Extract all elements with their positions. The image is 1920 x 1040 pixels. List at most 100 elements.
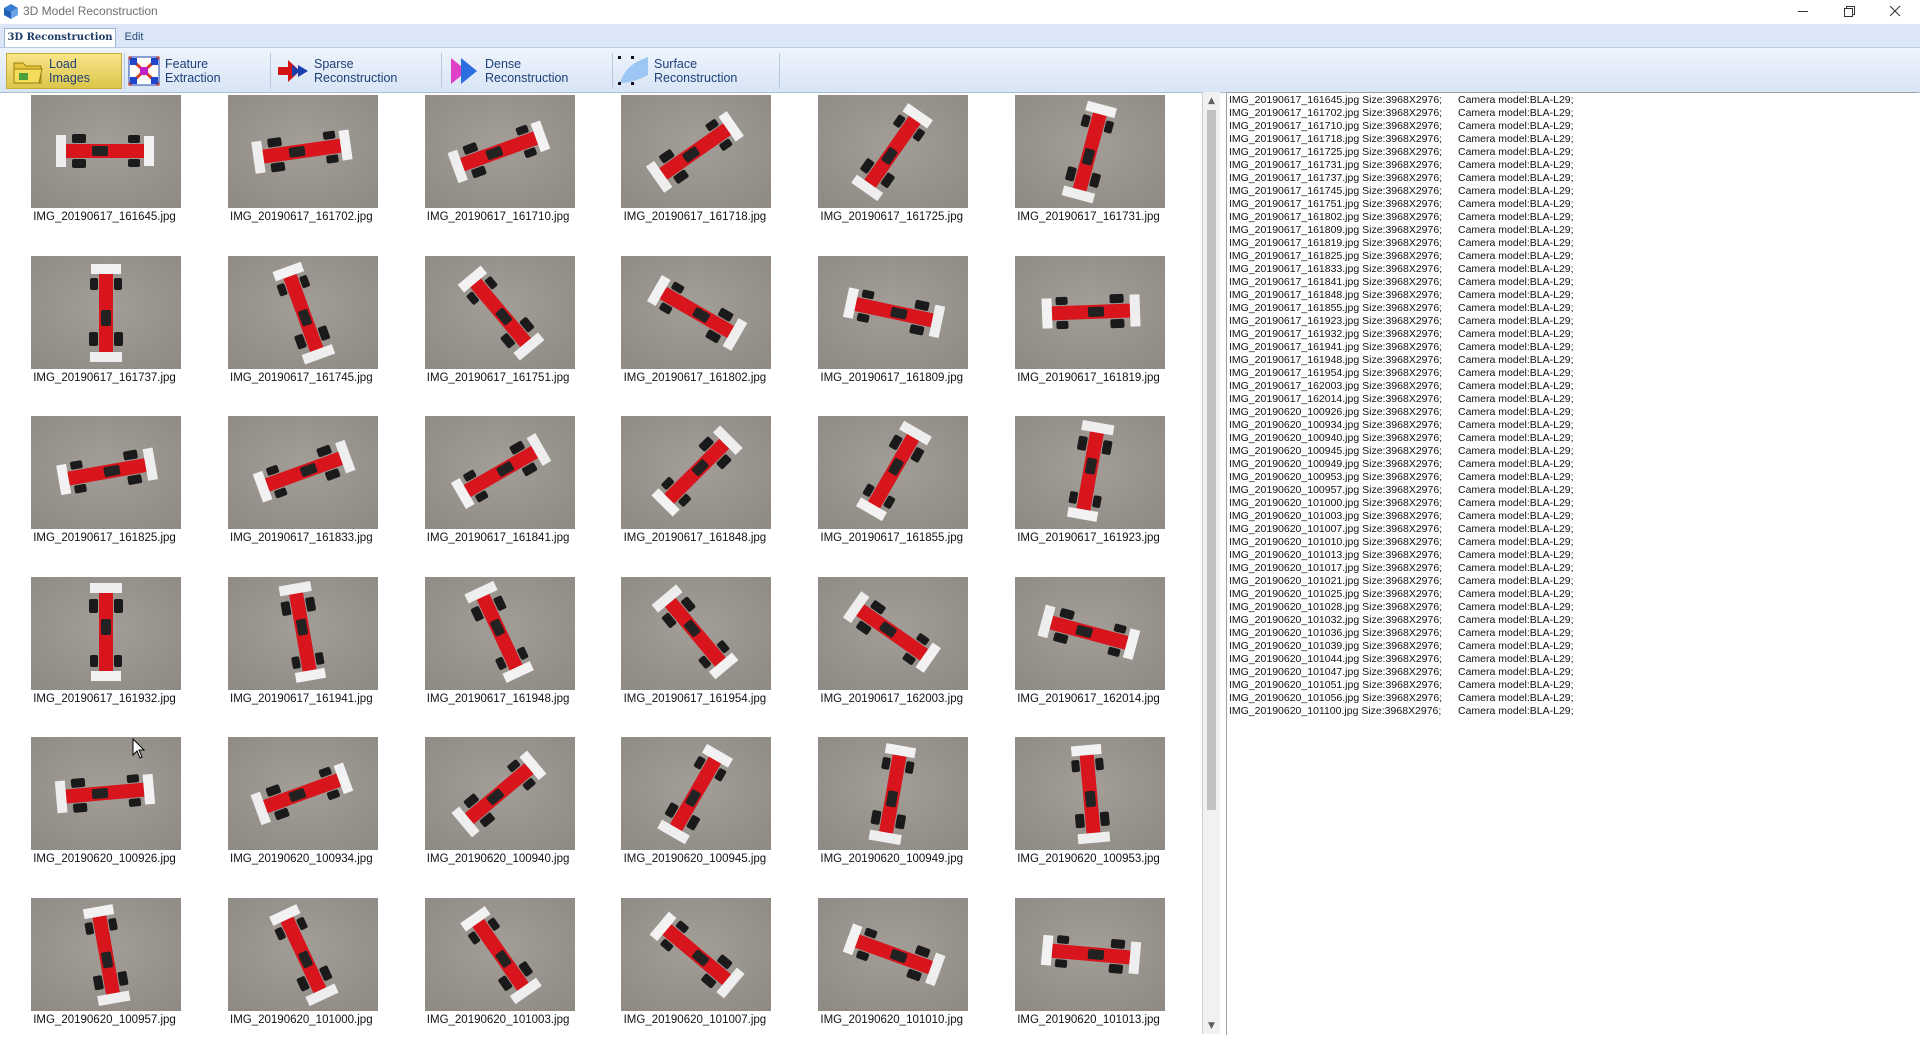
image-thumbnail[interactable]: IMG_20190617_161833.jpg xyxy=(205,413,398,563)
log-line: IMG_20190620_101025.jpg Size:3968X2976; C… xyxy=(1229,588,1574,601)
log-camera-model: Camera model:BLA-L29; xyxy=(1458,432,1574,444)
log-camera-model: Camera model:BLA-L29; xyxy=(1458,250,1574,262)
image-thumbnail[interactable]: IMG_20190620_101000.jpg xyxy=(205,895,398,1035)
car-photo xyxy=(818,255,969,369)
image-thumbnail[interactable]: IMG_20190617_161954.jpg xyxy=(598,574,791,724)
log-line: IMG_20190617_161718.jpg Size:3968X2976; C… xyxy=(1229,133,1574,146)
log-file-size: IMG_20190620_101003.jpg Size:3968X2976; xyxy=(1229,510,1443,522)
image-thumbnail[interactable]: IMG_20190620_100940.jpg xyxy=(402,734,595,884)
log-camera-model: Camera model:BLA-L29; xyxy=(1458,107,1574,119)
restore-button[interactable] xyxy=(1826,0,1872,22)
log-line: IMG_20190617_161809.jpg Size:3968X2976; C… xyxy=(1229,224,1574,237)
dense-reconstruction-button[interactable]: Dense Reconstruction xyxy=(447,53,607,89)
log-file-size: IMG_20190620_101051.jpg Size:3968X2976; xyxy=(1229,679,1443,691)
log-line: IMG_20190620_100926.jpg Size:3968X2976; C… xyxy=(1229,406,1574,419)
image-thumbnail[interactable]: IMG_20190620_101003.jpg xyxy=(402,895,595,1035)
log-file-size: IMG_20190617_161731.jpg Size:3968X2976; xyxy=(1229,159,1443,171)
toolbar-separator xyxy=(779,53,780,89)
image-thumbnail[interactable]: IMG_20190620_100926.jpg xyxy=(8,734,201,884)
image-thumbnail[interactable]: IMG_20190617_161819.jpg xyxy=(992,253,1185,403)
image-thumbnail[interactable]: IMG_20190620_101007.jpg xyxy=(598,895,791,1035)
image-thumbnail[interactable]: IMG_20190617_161855.jpg xyxy=(795,413,988,563)
log-line: IMG_20190617_162014.jpg Size:3968X2976; C… xyxy=(1229,393,1574,406)
log-camera-model: Camera model:BLA-L29; xyxy=(1458,263,1574,275)
image-thumbnail[interactable]: IMG_20190617_161941.jpg xyxy=(205,574,398,724)
log-line: IMG_20190620_101028.jpg Size:3968X2976; C… xyxy=(1229,601,1574,614)
close-button[interactable] xyxy=(1872,0,1918,22)
log-camera-model: Camera model:BLA-L29; xyxy=(1458,328,1574,340)
image-thumbnail[interactable]: IMG_20190617_161841.jpg xyxy=(402,413,595,563)
image-thumbnail[interactable]: IMG_20190617_161809.jpg xyxy=(795,253,988,403)
image-thumbnail[interactable]: IMG_20190620_101013.jpg xyxy=(992,895,1185,1035)
image-thumbnail[interactable]: IMG_20190617_162003.jpg xyxy=(795,574,988,724)
scrollbar-thumb[interactable] xyxy=(1207,110,1216,810)
car-photo xyxy=(818,95,969,208)
tab-edit[interactable]: Edit xyxy=(119,28,149,47)
log-line: IMG_20190617_161702.jpg Size:3968X2976; C… xyxy=(1229,107,1574,120)
scroll-up-arrow-icon[interactable]: ▲ xyxy=(1203,92,1220,109)
minimize-button[interactable] xyxy=(1780,0,1826,22)
image-thumbnail[interactable]: IMG_20190617_161731.jpg xyxy=(992,92,1185,242)
image-thumbnail[interactable]: IMG_20190617_161825.jpg xyxy=(8,413,201,563)
feature-extraction-button[interactable]: Feature Extraction xyxy=(127,53,267,89)
gallery-scrollbar[interactable]: ▲ ▼ xyxy=(1203,92,1220,1034)
image-thumbnail[interactable]: IMG_20190617_161737.jpg xyxy=(8,253,201,403)
toolbar-separator xyxy=(124,53,125,89)
image-info-log[interactable]: IMG_20190617_161645.jpg Size:3968X2976; C… xyxy=(1226,92,1917,1035)
log-file-size: IMG_20190617_161932.jpg Size:3968X2976; xyxy=(1229,328,1443,340)
log-camera-model: Camera model:BLA-L29; xyxy=(1458,666,1574,678)
image-gallery[interactable]: IMG_20190617_161645.jpg IMG_20190617_1617… xyxy=(4,92,1203,1034)
image-thumbnail[interactable]: IMG_20190617_161718.jpg xyxy=(598,92,791,242)
log-camera-model: Camera model:BLA-L29; xyxy=(1458,120,1574,132)
image-thumbnail[interactable]: IMG_20190617_161745.jpg xyxy=(205,253,398,403)
dense-arrows-icon xyxy=(451,58,477,84)
image-thumbnail[interactable]: IMG_20190620_101010.jpg xyxy=(795,895,988,1035)
image-thumbnail[interactable]: IMG_20190617_161848.jpg xyxy=(598,413,791,563)
log-file-size: IMG_20190617_161745.jpg Size:3968X2976; xyxy=(1229,185,1443,197)
log-camera-model: Camera model:BLA-L29; xyxy=(1458,627,1574,639)
image-thumbnail[interactable]: IMG_20190617_161932.jpg xyxy=(8,574,201,724)
image-thumbnail[interactable]: IMG_20190617_161802.jpg xyxy=(598,253,791,403)
image-thumbnail[interactable]: IMG_20190617_161702.jpg xyxy=(205,92,398,242)
scroll-down-arrow-icon[interactable]: ▼ xyxy=(1203,1017,1220,1034)
log-file-size: IMG_20190617_161725.jpg Size:3968X2976; xyxy=(1229,146,1443,158)
log-line: IMG_20190620_101032.jpg Size:3968X2976; C… xyxy=(1229,614,1574,627)
log-camera-model: Camera model:BLA-L29; xyxy=(1458,393,1574,405)
image-thumbnail[interactable]: IMG_20190617_161948.jpg xyxy=(402,574,595,724)
tab-3d-reconstruction[interactable]: 3D Reconstruction xyxy=(4,28,116,47)
image-thumbnail[interactable]: IMG_20190617_161645.jpg xyxy=(8,92,201,242)
sparse-reconstruction-button[interactable]: Sparse Reconstruction xyxy=(276,53,436,89)
log-line: IMG_20190617_161751.jpg Size:3968X2976; C… xyxy=(1229,198,1574,211)
thumbnail-filename: IMG_20190617_161710.jpg xyxy=(426,211,570,223)
image-thumbnail[interactable]: IMG_20190620_100945.jpg xyxy=(598,734,791,884)
load-images-button[interactable]: Load Images xyxy=(6,53,122,89)
image-thumbnail[interactable]: IMG_20190620_100957.jpg xyxy=(8,895,201,1035)
car-photo xyxy=(818,576,969,690)
image-thumbnail[interactable]: IMG_20190620_100949.jpg xyxy=(795,734,988,884)
thumbnail-filename: IMG_20190617_161825.jpg xyxy=(33,532,176,544)
car-photo xyxy=(31,255,181,369)
log-line: IMG_20190620_100940.jpg Size:3968X2976; C… xyxy=(1229,432,1574,445)
image-thumbnail[interactable]: IMG_20190617_162014.jpg xyxy=(992,574,1185,724)
car-photo xyxy=(424,416,575,529)
log-line: IMG_20190620_101044.jpg Size:3968X2976; C… xyxy=(1229,653,1574,666)
thumbnail-filename: IMG_20190620_101010.jpg xyxy=(820,1013,963,1026)
image-thumbnail[interactable]: IMG_20190620_100934.jpg xyxy=(205,734,398,884)
log-line: IMG_20190620_101100.jpg Size:3968X2976; C… xyxy=(1229,705,1574,718)
log-camera-model: Camera model:BLA-L29; xyxy=(1458,536,1574,548)
log-camera-model: Camera model:BLA-L29; xyxy=(1458,523,1574,535)
image-thumbnail[interactable]: IMG_20190617_161751.jpg xyxy=(402,253,595,403)
thumbnail-filename: IMG_20190617_161702.jpg xyxy=(230,211,373,223)
log-line: IMG_20190620_101021.jpg Size:3968X2976; C… xyxy=(1229,575,1574,588)
log-file-size: IMG_20190620_101044.jpg Size:3968X2976; xyxy=(1229,653,1443,665)
log-line: IMG_20190617_161819.jpg Size:3968X2976; C… xyxy=(1229,237,1574,250)
mouse-cursor-icon xyxy=(132,738,146,759)
thumbnail-filename: IMG_20190617_161841.jpg xyxy=(426,532,570,544)
car-photo xyxy=(1015,897,1165,1011)
image-thumbnail[interactable]: IMG_20190617_161725.jpg xyxy=(795,92,988,242)
log-camera-model: Camera model:BLA-L29; xyxy=(1458,406,1574,418)
image-thumbnail[interactable]: IMG_20190617_161710.jpg xyxy=(402,92,595,242)
surface-reconstruction-button[interactable]: Surface Reconstruction xyxy=(616,53,780,89)
image-thumbnail[interactable]: IMG_20190617_161923.jpg xyxy=(992,413,1185,563)
image-thumbnail[interactable]: IMG_20190620_100953.jpg xyxy=(992,734,1185,884)
